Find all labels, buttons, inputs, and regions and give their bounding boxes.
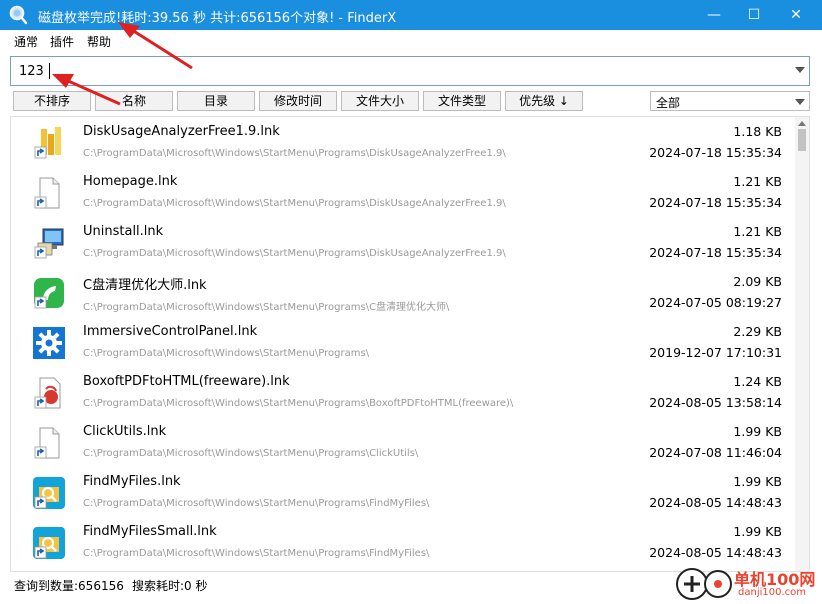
site-watermark: 单机100网 danji100.com <box>676 564 822 604</box>
vertical-scrollbar[interactable] <box>795 117 809 571</box>
file-date: 2024-07-05 08:19:27 <box>649 295 782 310</box>
menu-general[interactable]: 通常 <box>14 33 38 50</box>
list-item[interactable]: Homepage.lnk C:\ProgramData\Microsoft\Wi… <box>11 167 796 217</box>
list-item[interactable]: ClickUtils.lnk C:\ProgramData\Microsoft\… <box>11 417 796 467</box>
cleaner-icon <box>34 278 64 309</box>
list-item[interactable]: ImmersiveControlPanel.lnk C:\ProgramData… <box>11 317 796 367</box>
file-date: 2024-07-08 11:46:04 <box>649 445 782 460</box>
file-date: 2024-08-05 14:48:43 <box>649 495 782 510</box>
file-date: 2024-07-18 15:35:34 <box>649 145 782 160</box>
search-query: 123 <box>19 64 44 79</box>
file-name: DiskUsageAnalyzerFree1.9.lnk <box>83 124 280 139</box>
title-bar: 磁盘枚举完成!耗时:39.56 秒 共计:656156个对象! - Finder… <box>0 0 822 30</box>
menu-bar: 通常 插件 帮助 <box>0 30 822 52</box>
file-name: Homepage.lnk <box>83 174 178 189</box>
file-path: C:\ProgramData\Microsoft\Windows\StartMe… <box>83 448 419 459</box>
file-size: 1.21 KB <box>733 224 782 239</box>
uninstall-icon <box>34 228 64 259</box>
list-item[interactable]: Uninstall.lnk C:\ProgramData\Microsoft\W… <box>11 217 796 267</box>
file-path: C:\ProgramData\Microsoft\Windows\StartMe… <box>83 198 506 209</box>
sort-toolbar: 不排序 名称 目录 修改时间 文件大小 文件类型 优先级 ↓ 全部 <box>0 90 822 112</box>
chevron-down-icon <box>795 99 805 105</box>
find-files-icon <box>33 477 65 509</box>
file-name: FindMyFilesSmall.lnk <box>83 524 217 539</box>
watermark-url: danji100.com <box>738 587 806 598</box>
blank-shortcut-icon <box>34 177 60 209</box>
file-date: 2024-08-05 13:58:14 <box>649 395 782 410</box>
file-name: C盘清理优化大师.lnk <box>83 278 207 293</box>
list-item[interactable]: C盘清理优化大师.lnk C:\ProgramData\Microsoft\Wi… <box>11 267 796 317</box>
close-button[interactable]: ✕ <box>776 0 816 30</box>
file-path: C:\ProgramData\Microsoft\Windows\StartMe… <box>83 398 514 409</box>
sort-name-button[interactable]: 名称 <box>95 91 173 111</box>
menu-plugins[interactable]: 插件 <box>50 33 74 50</box>
list-item[interactable]: FindMyFilesSmall.lnk C:\ProgramData\Micr… <box>11 517 796 567</box>
maximize-button[interactable]: ☐ <box>734 0 774 30</box>
blank-shortcut-icon <box>34 427 60 459</box>
file-path: C:\ProgramData\Microsoft\Windows\StartMe… <box>83 302 450 313</box>
list-item[interactable]: DiskUsageAnalyzerFree1.9.lnk C:\ProgramD… <box>11 117 796 167</box>
disk-analyzer-icon <box>34 127 61 159</box>
file-date: 2024-07-18 15:35:34 <box>649 245 782 260</box>
file-date: 2019-12-07 17:10:31 <box>649 345 782 360</box>
list-item[interactable]: BoxoftPDFtoHTML(freeware).lnk C:\Program… <box>11 367 796 417</box>
file-path: C:\ProgramData\Microsoft\Windows\StartMe… <box>83 248 506 259</box>
file-date: 2024-08-05 14:48:43 <box>649 545 782 560</box>
find-files-icon <box>33 527 65 559</box>
sort-modified-time-button[interactable]: 修改时间 <box>259 91 337 111</box>
file-name: FindMyFiles.lnk <box>83 474 181 489</box>
file-size: 2.29 KB <box>733 324 782 339</box>
scroll-up-arrow-icon[interactable] <box>798 121 806 126</box>
file-path: C:\ProgramData\Microsoft\Windows\StartMe… <box>83 148 506 159</box>
search-history-dropdown-icon[interactable] <box>795 67 805 73</box>
file-path: C:\ProgramData\Microsoft\Windows\StartMe… <box>83 348 370 359</box>
file-size: 1.24 KB <box>733 374 782 389</box>
file-size: 1.99 KB <box>733 424 782 439</box>
file-size: 2.09 KB <box>733 274 782 289</box>
scroll-thumb[interactable] <box>798 129 806 151</box>
file-name: ClickUtils.lnk <box>83 424 167 439</box>
sort-file-size-button[interactable]: 文件大小 <box>341 91 419 111</box>
window-title: 磁盘枚举完成!耗时:39.56 秒 共计:656156个对象! - Finder… <box>38 11 397 26</box>
sort-priority-button[interactable]: 优先级 ↓ <box>505 91 583 111</box>
file-name: ImmersiveControlPanel.lnk <box>83 324 258 339</box>
text-caret <box>49 63 50 79</box>
sort-none-button[interactable]: 不排序 <box>13 91 91 111</box>
search-time: 搜索耗时:0 秒 <box>132 579 208 593</box>
file-type-filter-select[interactable]: 全部 <box>650 91 810 111</box>
sort-directory-button[interactable]: 目录 <box>177 91 255 111</box>
list-item[interactable]: FindMyFiles.lnk C:\ProgramData\Microsoft… <box>11 467 796 517</box>
search-input[interactable]: 123 <box>10 56 810 86</box>
menu-help[interactable]: 帮助 <box>87 33 111 50</box>
control-panel-gear-icon <box>33 327 65 359</box>
filter-selected-value: 全部 <box>656 96 681 110</box>
result-count: 查询到数量:656156 <box>14 579 124 593</box>
magnifier-app-icon <box>9 5 28 25</box>
file-name: BoxoftPDFtoHTML(freeware).lnk <box>83 374 290 389</box>
file-date: 2024-07-18 15:35:34 <box>649 195 782 210</box>
file-name: Uninstall.lnk <box>83 224 164 239</box>
pdf-to-html-icon <box>34 377 61 409</box>
file-path: C:\ProgramData\Microsoft\Windows\StartMe… <box>83 548 430 559</box>
minimize-button[interactable]: — <box>694 0 734 30</box>
file-size: 1.99 KB <box>733 524 782 539</box>
file-path: C:\ProgramData\Microsoft\Windows\StartMe… <box>83 498 430 509</box>
results-list[interactable]: DiskUsageAnalyzerFree1.9.lnk C:\ProgramD… <box>10 116 810 572</box>
file-size: 1.18 KB <box>733 124 782 139</box>
file-size: 1.21 KB <box>733 174 782 189</box>
file-size: 1.99 KB <box>733 474 782 489</box>
sort-file-type-button[interactable]: 文件类型 <box>423 91 501 111</box>
watermark-logo-icon <box>676 568 732 600</box>
